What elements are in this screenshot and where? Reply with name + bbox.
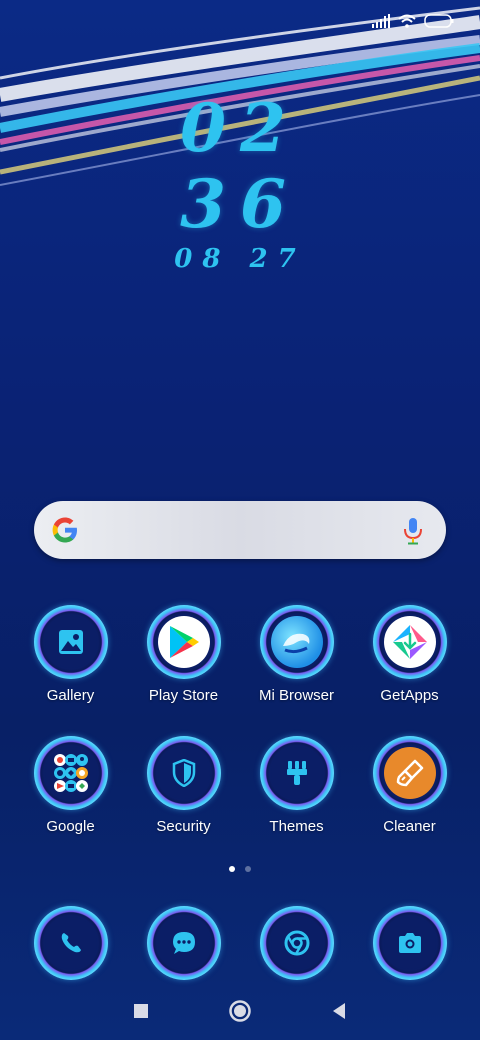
- app-icon-ring[interactable]: [146, 906, 221, 980]
- google-folder-icon: [53, 754, 88, 792]
- app-icon-ring[interactable]: [259, 906, 334, 980]
- app-icon-ring[interactable]: [33, 906, 108, 980]
- app-label: Gallery: [46, 687, 95, 704]
- app-label: Play Store: [148, 687, 219, 704]
- app-icon-ring[interactable]: [259, 605, 334, 679]
- app-icon-ring[interactable]: [33, 736, 108, 810]
- dock-chrome[interactable]: [240, 906, 353, 980]
- dock: [14, 906, 466, 980]
- cleaner-broom-icon: [396, 759, 423, 787]
- back-button[interactable]: [324, 996, 354, 1026]
- status-bar: [372, 10, 454, 32]
- themes-brush-icon: [286, 761, 307, 785]
- wifi-icon: [398, 14, 416, 28]
- triangle-back-icon: [333, 1003, 345, 1019]
- page-dot-2[interactable]: [245, 866, 251, 872]
- app-label: Security: [156, 818, 211, 835]
- home-button[interactable]: [225, 996, 255, 1026]
- security-shield-icon: [172, 759, 195, 787]
- clock-hour: 02: [180, 89, 300, 167]
- camera-icon: [398, 933, 421, 953]
- app-icon-ring[interactable]: [372, 605, 447, 679]
- app-label: Themes: [269, 818, 324, 835]
- gallery-icon: [58, 630, 83, 654]
- messaging-icon: [172, 932, 195, 954]
- app-icon-ring[interactable]: [372, 906, 447, 980]
- square-icon: [134, 1004, 148, 1018]
- app-icon-ring[interactable]: [146, 736, 221, 810]
- clock-date: 08 27: [174, 244, 306, 274]
- app-icon-ring[interactable]: [33, 605, 108, 679]
- app-label: Google: [46, 818, 95, 835]
- circle-icon: [229, 1000, 251, 1022]
- navigation-bar: [0, 990, 480, 1034]
- signal-icon: [372, 14, 390, 28]
- app-security[interactable]: Security: [127, 736, 240, 835]
- page-dot-1[interactable]: [229, 866, 235, 872]
- phone-icon: [61, 933, 81, 953]
- clock-minute: 36: [180, 165, 300, 243]
- app-gallery[interactable]: Gallery: [14, 605, 127, 704]
- app-label: GetApps: [380, 687, 439, 704]
- getapps-icon: [392, 625, 427, 659]
- microphone-icon[interactable]: [402, 517, 424, 545]
- play-store-icon: [169, 626, 199, 658]
- clock-widget[interactable]: 02 36 08 27: [0, 90, 480, 274]
- recents-button[interactable]: [126, 996, 156, 1026]
- google-g-icon: [52, 517, 77, 543]
- folder-google[interactable]: Google: [14, 736, 127, 835]
- app-row-1: Gallery Play Store Mi Browser GetApps: [14, 605, 466, 704]
- page-indicator[interactable]: [0, 866, 480, 872]
- app-icon-ring[interactable]: [372, 736, 447, 810]
- google-search-bar[interactable]: [34, 501, 446, 559]
- app-icon-ring[interactable]: [146, 605, 221, 679]
- app-row-2: Google Security Themes Cleaner: [14, 736, 466, 835]
- app-play-store[interactable]: Play Store: [127, 605, 240, 704]
- dock-phone[interactable]: [14, 906, 127, 980]
- mi-browser-icon: [282, 633, 309, 654]
- app-label: Cleaner: [383, 818, 436, 835]
- battery-icon: [424, 14, 454, 28]
- app-getapps[interactable]: GetApps: [353, 605, 466, 704]
- app-mi-browser[interactable]: Mi Browser: [240, 605, 353, 704]
- chrome-icon: [284, 930, 309, 956]
- app-cleaner[interactable]: Cleaner: [353, 736, 466, 835]
- dock-camera[interactable]: [353, 906, 466, 980]
- app-themes[interactable]: Themes: [240, 736, 353, 835]
- app-label: Mi Browser: [258, 687, 334, 704]
- dock-messaging[interactable]: [127, 906, 240, 980]
- app-icon-ring[interactable]: [259, 736, 334, 810]
